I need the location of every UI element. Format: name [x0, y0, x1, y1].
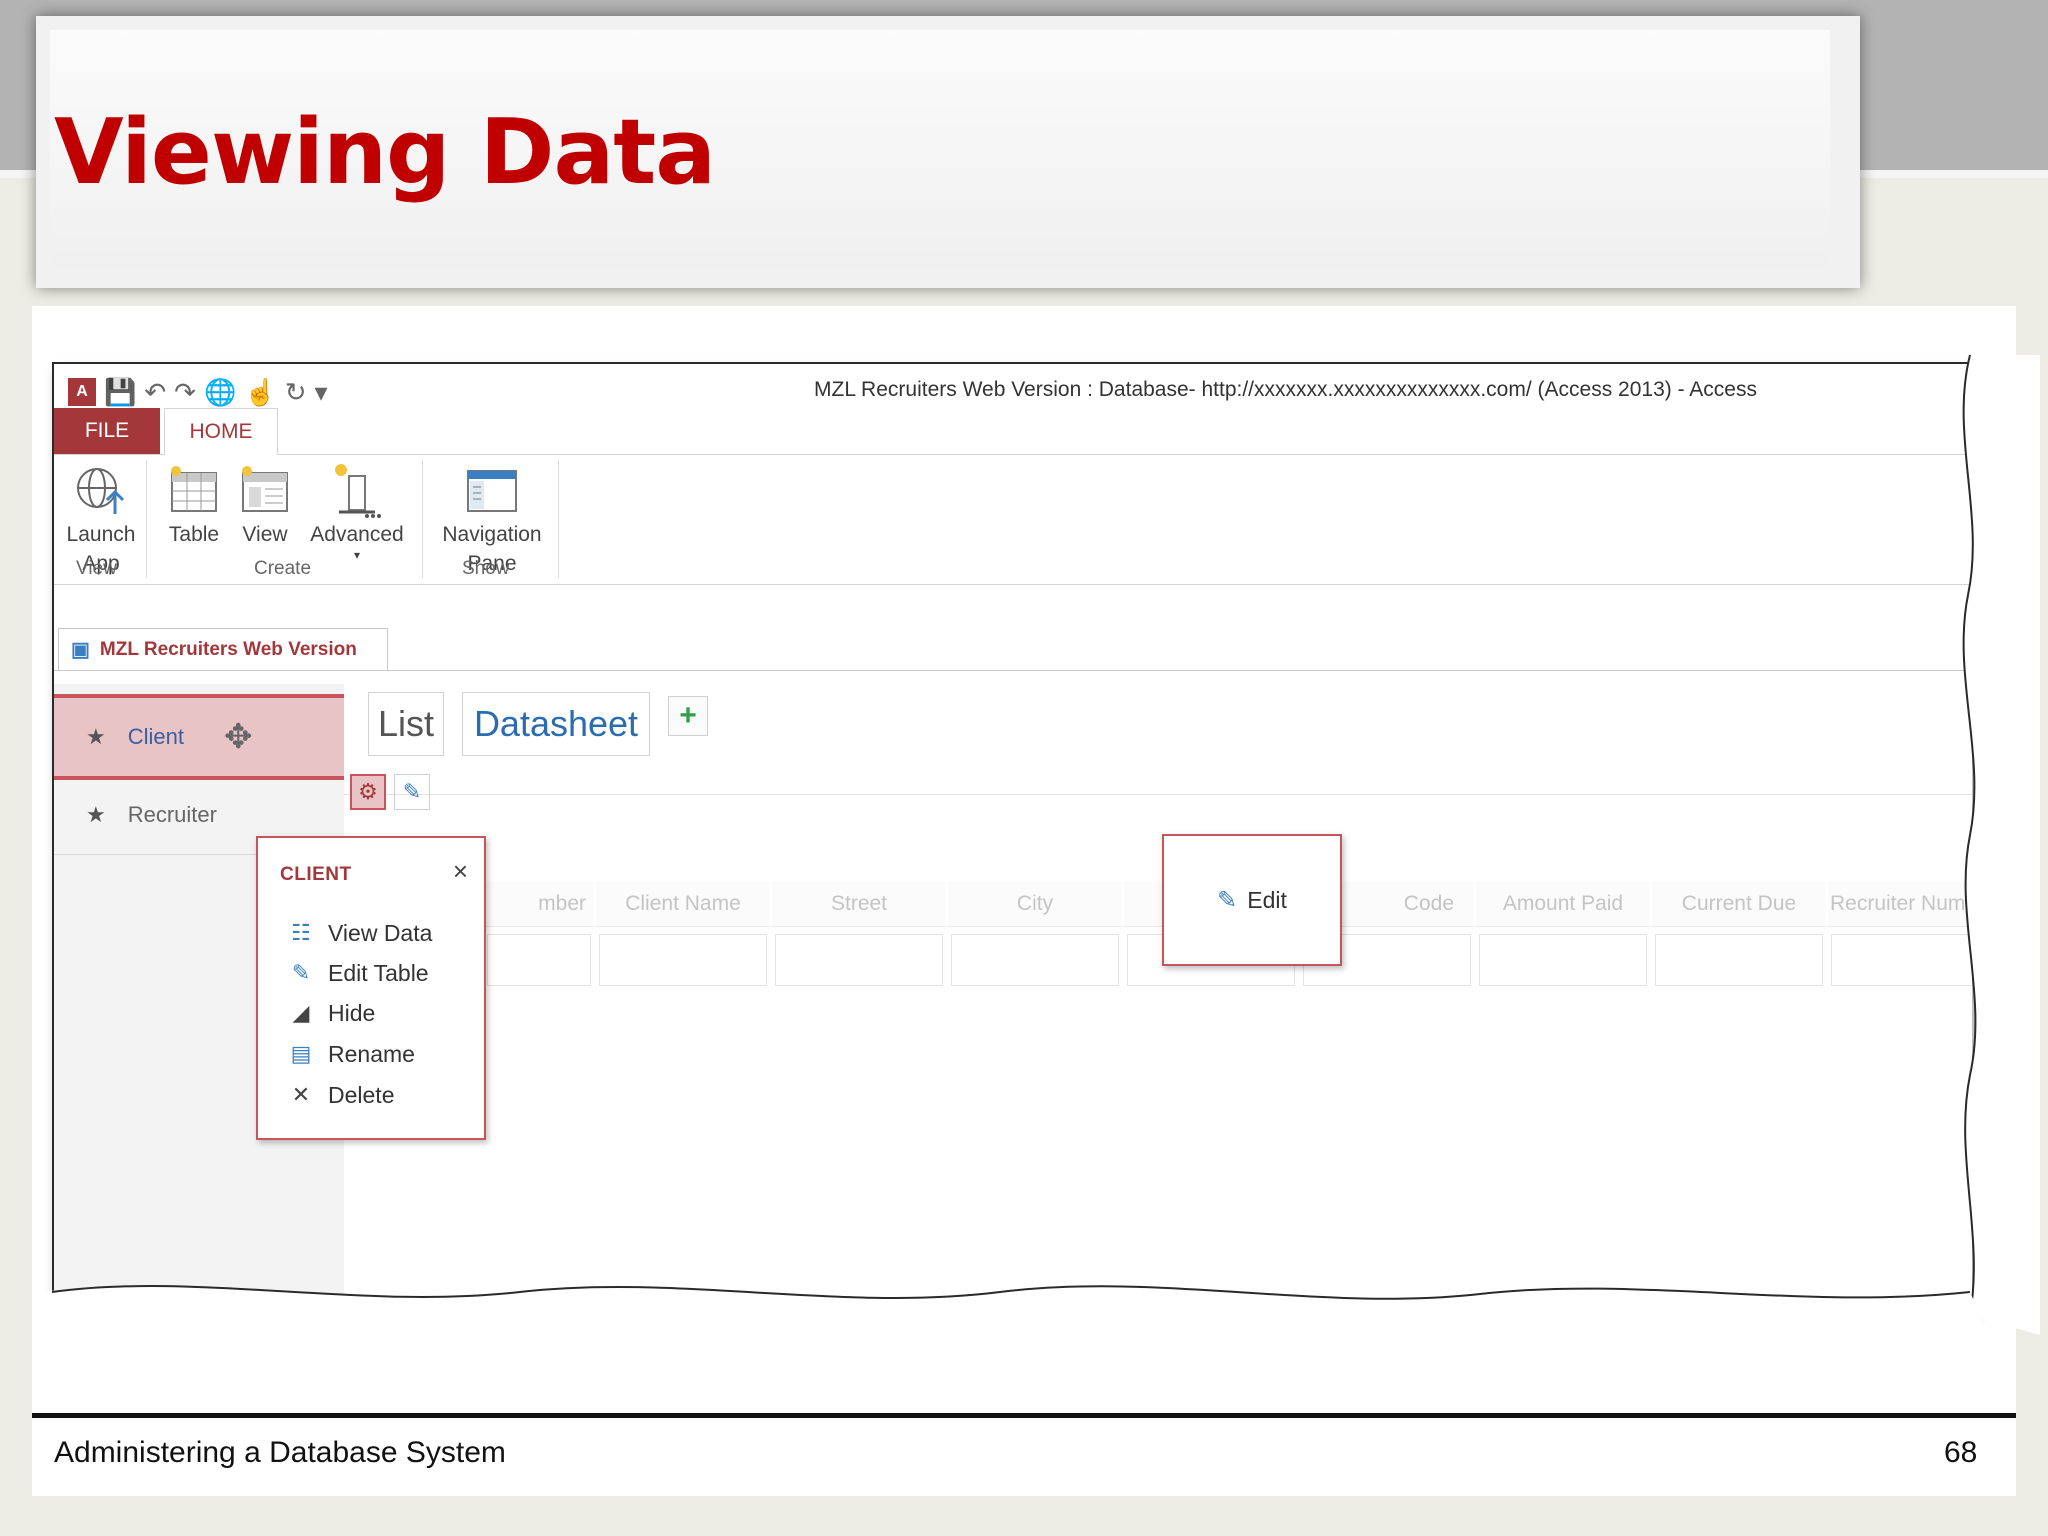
column-header: Street: [772, 882, 946, 992]
slide-title: Viewing Data: [54, 100, 716, 205]
view-icon: [234, 460, 296, 520]
torn-edge-bottom: [40, 1285, 2000, 1360]
footer-title: Administering a Database System: [54, 1436, 506, 1469]
document-tabbar: ▣ MZL Recruiters Web Version: [54, 626, 1972, 671]
access-window: A 💾 ↶ ↷ 🌐 ☝ ↻ ▾ MZL Recruiters Web Versi…: [52, 362, 1972, 1319]
tab-home[interactable]: HOME: [164, 408, 278, 455]
navigation-pane-icon: [430, 460, 554, 520]
tile-client[interactable]: ★ Client ✥: [54, 694, 344, 780]
customize-toolbar-icon[interactable]: ▾: [315, 377, 328, 408]
quick-access-toolbar: A 💾 ↶ ↷ 🌐 ☝ ↻ ▾: [68, 372, 328, 412]
column-header: Amount Paid: [1476, 882, 1650, 992]
save-icon[interactable]: 💾: [104, 377, 136, 408]
advanced-button[interactable]: Advanced ▾: [306, 460, 408, 561]
star-icon: ★: [86, 724, 106, 749]
column-header: Client Name: [596, 882, 770, 992]
window-title: MZL Recruiters Web Version : Database- h…: [814, 378, 1757, 401]
edit-table-icon: ✎: [291, 960, 311, 985]
column-header: mber: [484, 882, 594, 992]
add-view-button[interactable]: +: [668, 696, 708, 736]
edit-table-icon: ✎: [1217, 886, 1238, 914]
star-icon: ★: [86, 802, 106, 827]
menu-item-rename[interactable]: ▤ Rename: [286, 1037, 415, 1071]
group-label-show: Show: [462, 558, 510, 579]
settings-gear-button[interactable]: ⚙: [350, 774, 386, 810]
touch-mode-icon[interactable]: ☝: [244, 377, 276, 408]
ribbon-tabs: FILE HOME: [54, 408, 1972, 455]
redo-icon[interactable]: ↷: [174, 377, 196, 408]
gear-icon: ⚙: [358, 779, 378, 804]
tab-file[interactable]: FILE: [54, 408, 160, 454]
globe-icon[interactable]: 🌐: [204, 377, 236, 408]
context-menu-title: CLIENT: [280, 864, 352, 885]
access-app-icon: A: [68, 378, 96, 406]
menu-item-view-data[interactable]: ☷ View Data: [286, 916, 432, 950]
edit-pencil-button[interactable]: ✎: [394, 774, 430, 810]
group-label-view: View: [76, 558, 117, 579]
delete-icon: ✕: [291, 1082, 311, 1107]
menu-item-edit-table[interactable]: ✎ Edit Table: [286, 956, 429, 990]
hide-icon: ◢: [292, 1000, 310, 1025]
undo-icon[interactable]: ↶: [144, 377, 166, 408]
close-icon[interactable]: ×: [453, 856, 468, 887]
menu-item-hide[interactable]: ◢ Hide: [286, 996, 376, 1030]
sync-icon[interactable]: ↻: [285, 377, 307, 408]
tile-context-menu: CLIENT × ☷ View Data ✎ Edit Table ◢ Hide ▤ R…: [256, 836, 486, 1140]
document-tab[interactable]: ▣ MZL Recruiters Web Version: [58, 628, 388, 670]
advanced-icon: [306, 460, 408, 520]
footer-rule: [32, 1413, 2016, 1418]
view-button[interactable]: View: [234, 460, 296, 549]
globe-launch-icon: [60, 460, 142, 520]
ribbon: Launch App Table View Advanced ▾ Navigat…: [54, 456, 1972, 585]
torn-edge-right: [1962, 355, 2040, 1335]
move-cursor-icon: ✥: [223, 718, 253, 756]
table-icon: [158, 460, 230, 520]
menu-item-delete[interactable]: ✕ Delete: [286, 1078, 395, 1112]
page-number: 68: [1944, 1436, 1978, 1469]
column-header: City: [948, 882, 1122, 992]
group-label-create: Create: [254, 558, 312, 579]
table-button[interactable]: Table: [158, 460, 230, 549]
view-tab-list[interactable]: List: [368, 692, 444, 756]
pencil-icon: ✎: [402, 779, 422, 804]
edit-callout[interactable]: ✎ Edit: [1162, 834, 1342, 966]
web-app-icon: ▣: [71, 639, 90, 661]
chevron-down-icon: ▾: [353, 548, 361, 562]
view-tab-datasheet[interactable]: Datasheet: [462, 692, 650, 756]
column-header: Current Due: [1652, 882, 1826, 992]
view-data-icon: ☷: [291, 920, 311, 945]
rename-icon: ▤: [290, 1041, 312, 1066]
